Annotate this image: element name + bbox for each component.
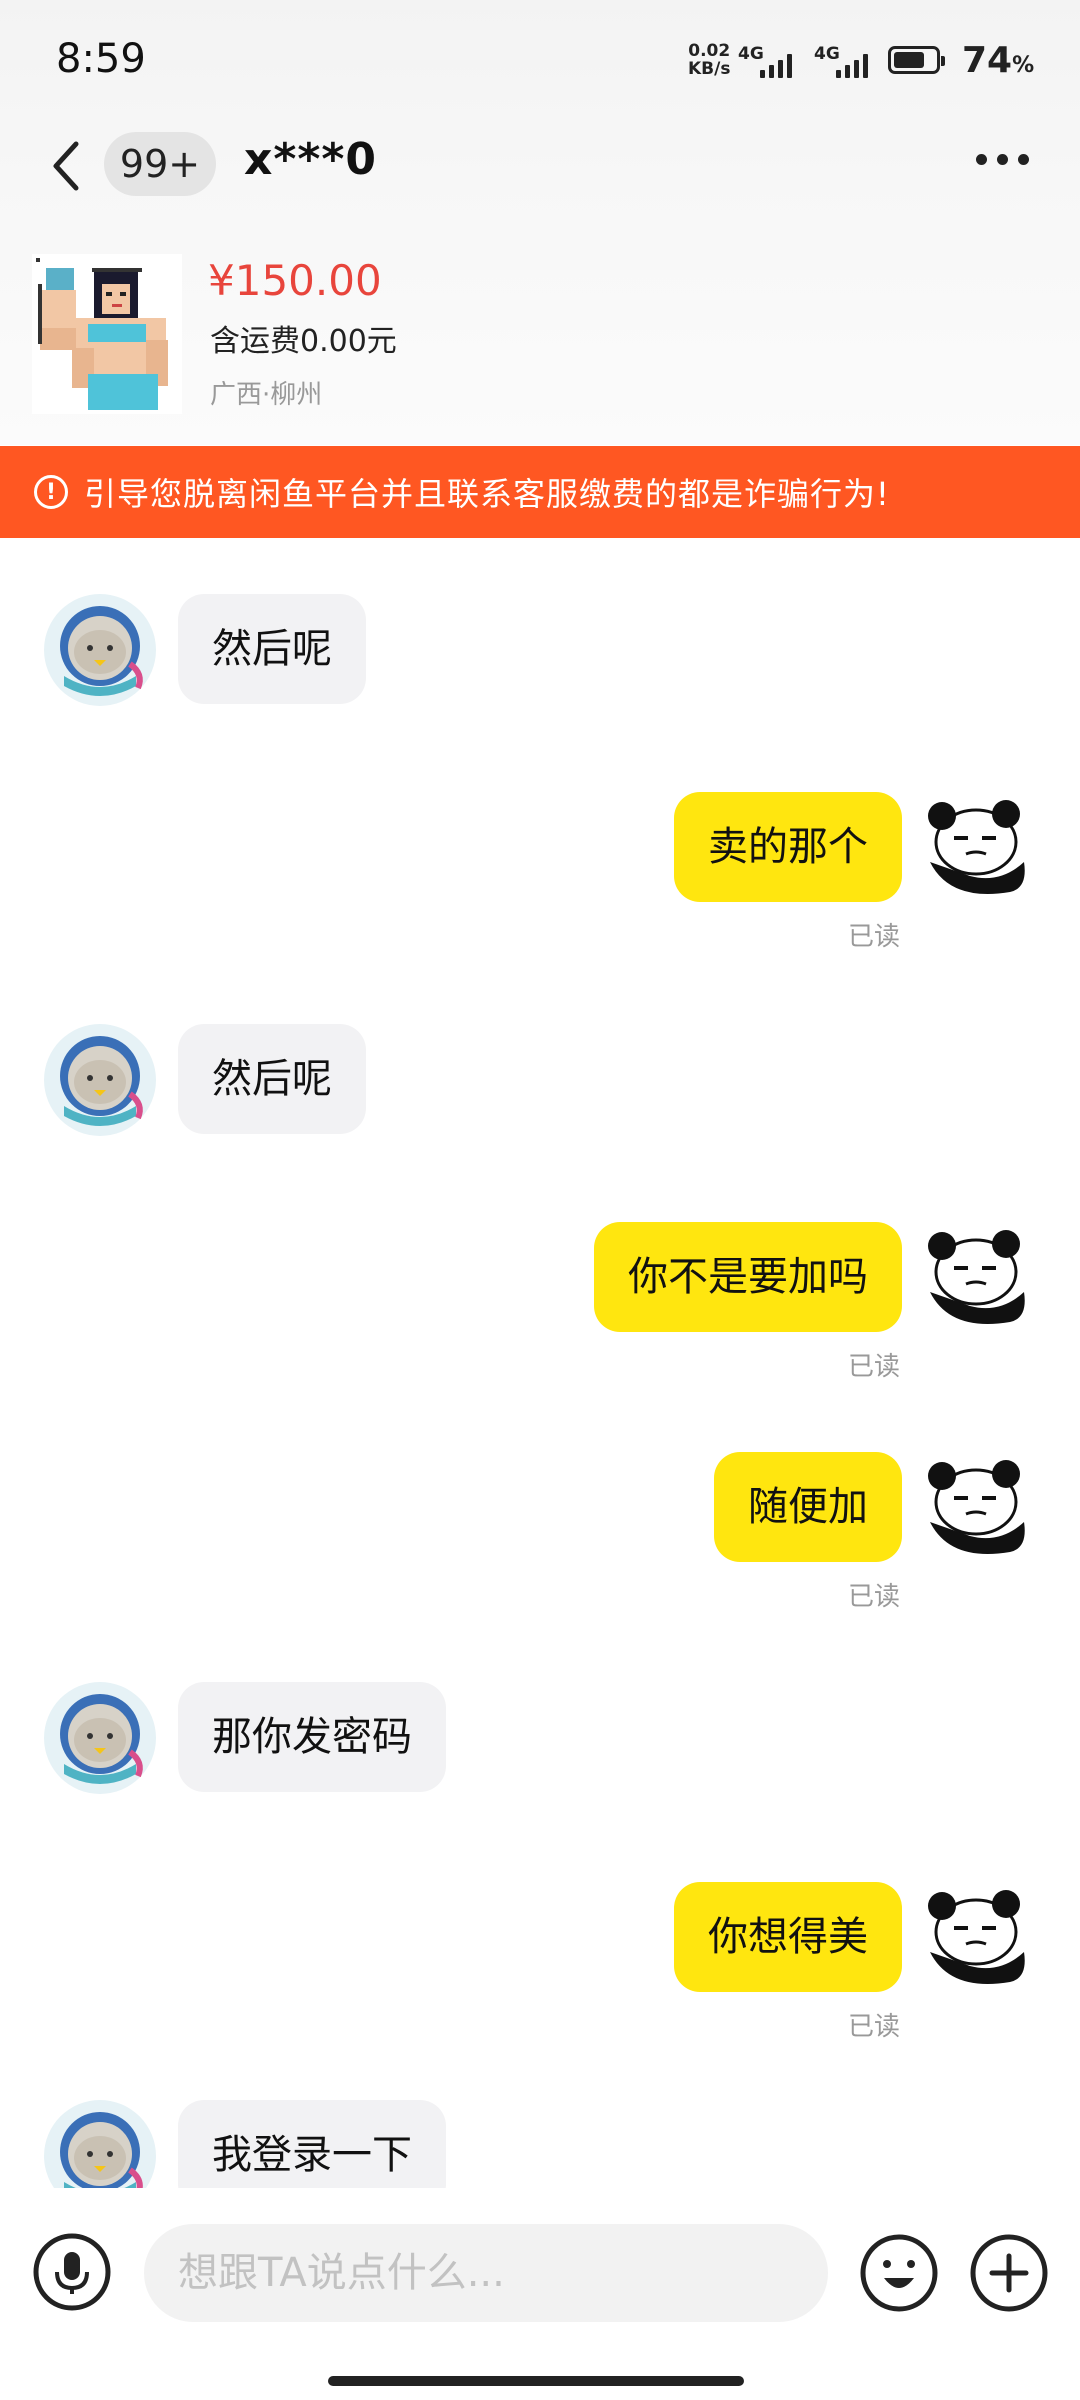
microphone-icon[interactable] <box>32 2232 112 2312</box>
plus-icon[interactable] <box>968 2232 1050 2314</box>
input-bar <box>0 2188 1080 2400</box>
product-card[interactable]: ¥150.00 含运费0.00元 广西·柳州 <box>0 250 1080 430</box>
chevron-left-icon[interactable] <box>46 138 86 194</box>
contact-avatar[interactable] <box>44 2100 156 2188</box>
signal-icon-2: 4G <box>814 44 878 78</box>
warning-text: 引导您脱离闲鱼平台并且联系客服缴费的都是诈骗行为! <box>84 475 890 513</box>
signal-icon-1: 4G <box>738 44 802 78</box>
shipping-fee: 含运费0.00元 <box>210 324 397 359</box>
message-row-received: 我登录一下 <box>0 2100 1080 2188</box>
battery-icon <box>888 46 945 74</box>
exclamation-icon: ! <box>34 475 68 509</box>
message-row-sent: 随便加已读 <box>0 1452 1080 1622</box>
my-avatar[interactable] <box>920 1452 1032 1564</box>
product-price: ¥150.00 <box>208 256 382 305</box>
message-bubble[interactable]: 你不是要加吗 <box>594 1222 902 1332</box>
message-bubble[interactable]: 然后呢 <box>178 594 366 704</box>
message-list[interactable]: 然后呢 卖的那个 已读 然后呢 你不是要加吗 已读 随便加 已读 那你发密码 你想得美 已读 我登录一… <box>0 538 1080 2188</box>
read-receipt: 已读 <box>847 2012 900 2042</box>
emoji-face-icon[interactable] <box>858 2232 940 2314</box>
message-bubble[interactable]: 随便加 <box>714 1452 902 1562</box>
fraud-warning-banner: ! 引导您脱离闲鱼平台并且联系客服缴费的都是诈骗行为! <box>0 446 1080 538</box>
status-time: 8:59 <box>56 36 146 82</box>
my-avatar[interactable] <box>920 1882 1032 1994</box>
my-avatar[interactable] <box>920 792 1032 904</box>
status-bar: 8:59 0.02 KB/s 4G 4G 74% <box>0 0 1080 120</box>
read-receipt: 已读 <box>847 1582 900 1612</box>
my-avatar[interactable] <box>920 1222 1032 1334</box>
more-dots-icon[interactable] <box>976 154 1040 174</box>
message-bubble[interactable]: 我登录一下 <box>178 2100 446 2188</box>
message-bubble[interactable]: 卖的那个 <box>674 792 902 902</box>
chat-header: 99+ x***0 <box>0 120 1080 210</box>
message-row-received: 然后呢 <box>0 594 1080 764</box>
contact-avatar[interactable] <box>44 1682 156 1794</box>
contact-name[interactable]: x***0 <box>244 134 377 185</box>
message-row-sent: 卖的那个已读 <box>0 792 1080 962</box>
message-row-sent: 你想得美已读 <box>0 1882 1080 2052</box>
message-input[interactable] <box>144 2224 828 2322</box>
product-thumbnail[interactable] <box>32 254 182 414</box>
message-bubble[interactable]: 你想得美 <box>674 1882 902 1992</box>
message-bubble[interactable]: 那你发密码 <box>178 1682 446 1792</box>
battery-percent: 74% <box>962 40 1035 81</box>
contact-avatar[interactable] <box>44 1024 156 1136</box>
message-row-received: 然后呢 <box>0 1024 1080 1194</box>
product-location: 广西·柳州 <box>210 380 323 410</box>
network-speed: 0.02 KB/s <box>688 42 730 78</box>
network-speed-value: 0.02 <box>688 41 731 61</box>
message-row-received: 那你发密码 <box>0 1682 1080 1852</box>
home-indicator[interactable] <box>328 2376 744 2386</box>
network-speed-unit: KB/s <box>688 59 731 79</box>
message-bubble[interactable]: 然后呢 <box>178 1024 366 1134</box>
unread-count-badge[interactable]: 99+ <box>104 132 216 196</box>
read-receipt: 已读 <box>847 1352 900 1382</box>
read-receipt: 已读 <box>847 922 900 952</box>
message-row-sent: 你不是要加吗已读 <box>0 1222 1080 1392</box>
contact-avatar[interactable] <box>44 594 156 706</box>
